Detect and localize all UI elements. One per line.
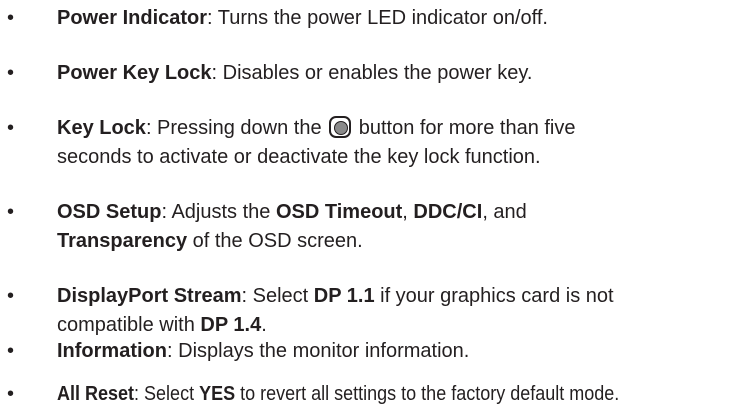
condensed-line: All Reset: Select YES to revert all sett… <box>57 380 619 409</box>
yes-label: YES <box>199 383 236 405</box>
description-line2: seconds to activate or deactivate the ke… <box>57 146 541 168</box>
item-text: Key Lock: Pressing down the button for m… <box>57 114 743 172</box>
term-power-key-lock: Power Key Lock <box>57 62 212 84</box>
description: Pressing down the <box>151 117 328 139</box>
description-end: . <box>261 314 267 336</box>
osd-timeout-label: OSD Timeout <box>275 201 403 223</box>
item-text: All Reset: Select YES to revert all sett… <box>57 380 743 409</box>
bullet: • <box>7 201 15 223</box>
description: Turns the power LED indicator on/off. <box>212 7 548 29</box>
description-line2: compatible with <box>57 314 201 336</box>
bullet: • <box>7 285 15 307</box>
description-end: of the OSD screen. <box>187 230 363 252</box>
term-information: Information <box>57 340 167 362</box>
description-sep: , <box>402 201 414 223</box>
term-key-lock: Key Lock <box>57 117 146 139</box>
item-text: DisplayPort Stream: Select DP 1.1 if you… <box>57 282 743 340</box>
term-all-reset: All Reset <box>57 383 135 405</box>
description-continued: button for more than five <box>353 117 576 139</box>
item-text: OSD Setup: Adjusts the OSD Timeout, DDC/… <box>57 198 743 256</box>
dp-1-1-label: DP 1.1 <box>313 285 375 307</box>
bullet: • <box>7 117 15 139</box>
description: Select <box>139 383 200 405</box>
description: Adjusts the <box>167 201 276 223</box>
bullet: • <box>7 340 15 362</box>
bullet: • <box>7 62 15 84</box>
joystick-button-icon <box>329 116 352 138</box>
bullet: • <box>7 383 15 405</box>
description: Displays the monitor information. <box>172 340 470 362</box>
description-continued: if your graphics card is not <box>374 285 614 307</box>
transparency-label: Transparency <box>57 230 188 252</box>
description-and: , and <box>482 201 527 223</box>
bullet: • <box>7 7 15 29</box>
term-power-indicator: Power Indicator <box>57 7 208 29</box>
item-text: Power Key Lock: Disables or enables the … <box>57 59 743 88</box>
item-text: Information: Displays the monitor inform… <box>57 337 743 366</box>
term-osd-setup: OSD Setup <box>57 201 162 223</box>
description: Disables or enables the power key. <box>217 62 533 84</box>
description-end: to revert all settings to the factory de… <box>235 383 620 405</box>
ddc-ci-label: DDC/CI <box>413 201 483 223</box>
item-text: Power Indicator: Turns the power LED ind… <box>57 4 743 33</box>
description: Select <box>247 285 314 307</box>
term-displayport-stream: DisplayPort Stream <box>57 285 242 307</box>
dp-1-4-label: DP 1.4 <box>200 314 262 336</box>
